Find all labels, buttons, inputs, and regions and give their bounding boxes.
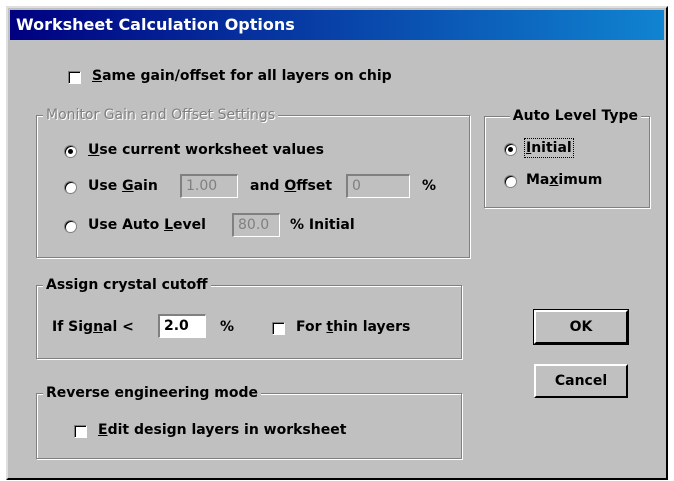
edit-design-layers-checkbox[interactable] <box>74 425 87 438</box>
auto-level-type-legend: Auto Level Type <box>509 107 641 125</box>
use-gain-label[interactable]: Use Gain <box>88 178 158 194</box>
use-auto-level-label[interactable]: Use Auto Level <box>88 217 206 233</box>
maximum-label[interactable]: Maximum <box>526 172 602 188</box>
auto-level-suffix: % Initial <box>290 217 355 233</box>
offset-label: and Offset <box>250 178 333 194</box>
thin-layers-checkbox[interactable] <box>272 322 285 335</box>
same-gain-label[interactable]: Same gain/offset for all layers on chip <box>92 68 392 84</box>
auto-level-type-group: Auto Level Type <box>484 107 650 208</box>
use-current-values-radio[interactable] <box>64 145 77 158</box>
gain-input[interactable]: 1.00 <box>180 174 238 198</box>
use-current-values-label[interactable]: Use current worksheet values <box>88 142 324 158</box>
window-title: Worksheet Calculation Options <box>16 15 295 34</box>
reverse-engineering-legend: Reverse engineering mode <box>43 384 262 402</box>
crystal-cutoff-legend: Assign crystal cutoff <box>43 276 211 294</box>
offset-unit: % <box>422 178 437 194</box>
auto-level-input[interactable]: 80.0 <box>232 213 280 237</box>
use-gain-radio[interactable] <box>64 181 77 194</box>
thin-layers-label[interactable]: For thin layers <box>296 319 410 335</box>
offset-input[interactable]: 0 <box>346 174 410 198</box>
signal-unit: % <box>220 319 235 335</box>
initial-radio[interactable] <box>504 143 517 156</box>
edit-design-layers-label[interactable]: Edit design layers in worksheet <box>98 422 346 438</box>
ok-button[interactable]: OK <box>533 309 629 345</box>
maximum-radio[interactable] <box>504 175 517 188</box>
monitor-settings-legend: Monitor Gain and Offset Settings <box>43 106 279 124</box>
use-auto-level-radio[interactable] <box>64 220 77 233</box>
signal-cutoff-input[interactable]: 2.0 <box>158 314 206 338</box>
initial-label[interactable]: Initial <box>524 138 574 158</box>
cancel-button[interactable]: Cancel <box>534 364 628 398</box>
signal-label: If Signal < <box>52 319 134 335</box>
same-gain-checkbox[interactable] <box>68 71 81 84</box>
dialog-window: Worksheet Calculation Options Same gain/… <box>6 6 668 480</box>
title-bar[interactable]: Worksheet Calculation Options <box>10 10 664 40</box>
